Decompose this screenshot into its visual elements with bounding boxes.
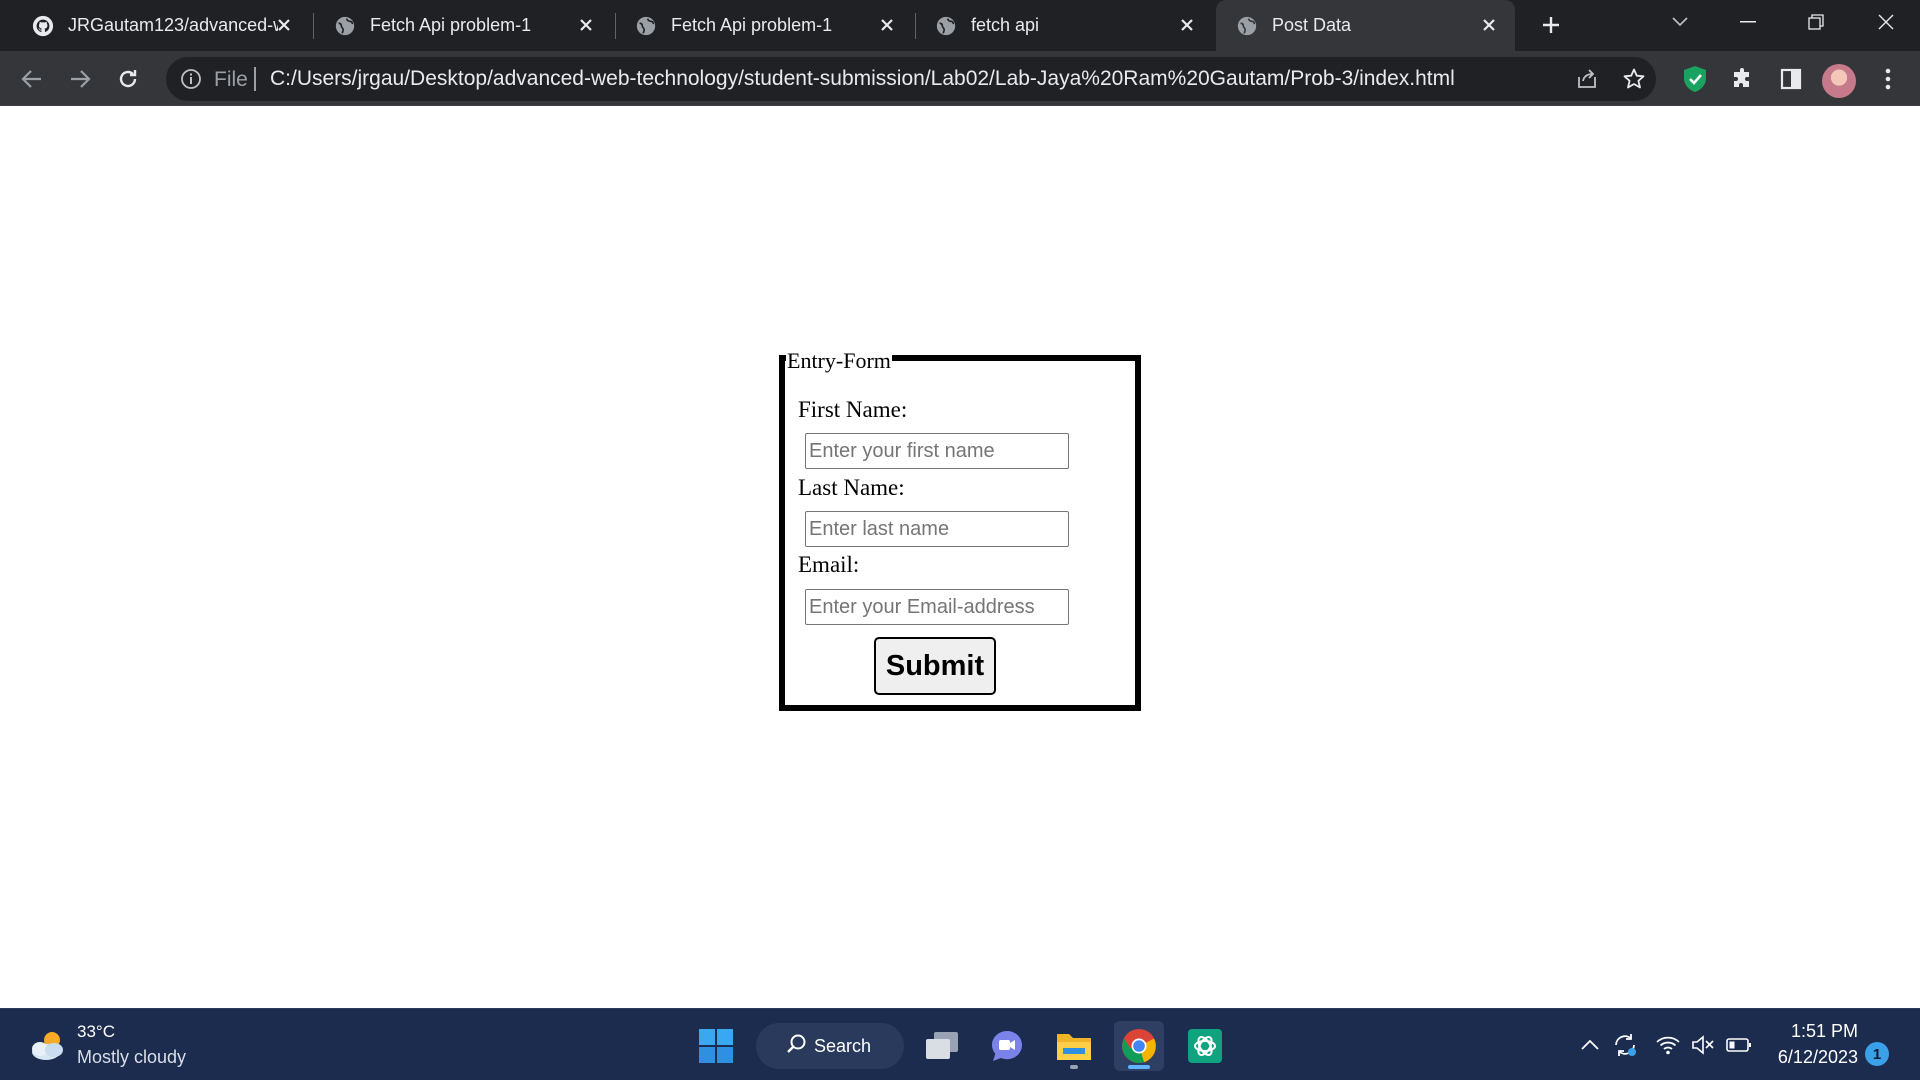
url-text[interactable]: C:/Users/jrgau/Desktop/advanced-web-tech…: [270, 67, 1455, 91]
chrome-icon[interactable]: [1114, 1021, 1164, 1071]
entry-form-fieldset: Entry-Form First Name: Last Name: Email:…: [779, 349, 1141, 711]
minimize-button[interactable]: [1728, 6, 1768, 38]
restore-button[interactable]: [1796, 6, 1836, 38]
tab-fetch-api[interactable]: fetch api: [915, 0, 1213, 51]
tab-github[interactable]: JRGautam123/advanced-web: [12, 0, 310, 51]
avatar[interactable]: [1822, 64, 1856, 98]
windows-start-icon[interactable]: [691, 1021, 741, 1071]
divider: [254, 67, 256, 91]
running-indicator: [1070, 1065, 1078, 1069]
form-legend: Entry-Form: [786, 348, 892, 373]
tab-search-chevron-down-icon[interactable]: [1660, 6, 1700, 38]
scheme-label: File: [214, 68, 248, 91]
teams-chat-icon[interactable]: [982, 1021, 1032, 1071]
forward-button[interactable]: [62, 61, 98, 97]
active-indicator: [1128, 1065, 1150, 1069]
close-icon[interactable]: [1477, 13, 1501, 37]
globe-icon: [334, 15, 356, 37]
extensions-puzzle-icon[interactable]: [1727, 63, 1759, 95]
clock-time[interactable]: 1:51 PM: [1791, 1021, 1858, 1042]
notification-badge[interactable]: 1: [1865, 1042, 1889, 1066]
sync-icon[interactable]: [1612, 1032, 1638, 1058]
tab-title: Post Data: [1272, 15, 1352, 35]
info-icon[interactable]: [180, 68, 202, 90]
back-button[interactable]: [14, 61, 50, 97]
new-tab-button[interactable]: [1536, 10, 1566, 40]
tab-title: Fetch Api problem-1: [370, 15, 532, 35]
address-bar[interactable]: File C:/Users/jrgau/Desktop/advanced-web…: [166, 57, 1656, 101]
file-explorer-icon[interactable]: [1049, 1021, 1099, 1071]
task-view-icon[interactable]: [917, 1021, 967, 1071]
globe-icon: [935, 15, 957, 37]
side-panel-icon[interactable]: [1775, 63, 1807, 95]
show-hidden-icons-chevron-up-icon[interactable]: [1577, 1032, 1603, 1058]
close-icon[interactable]: [875, 13, 899, 37]
share-icon[interactable]: [1574, 66, 1600, 92]
tab-title: Fetch Api problem-1: [671, 15, 833, 35]
tab-post-data[interactable]: Post Data: [1216, 0, 1515, 51]
globe-icon: [635, 15, 657, 37]
windows-taskbar: 33°C Mostly cloudy Search 1:51 PM 6/12/2…: [0, 1008, 1920, 1080]
search-icon: [786, 1033, 808, 1060]
close-icon[interactable]: [574, 13, 598, 37]
tab-fetch-api-problem-1[interactable]: Fetch Api problem-1: [314, 0, 612, 51]
github-icon: [32, 15, 54, 37]
chatgpt-icon[interactable]: [1180, 1021, 1230, 1071]
browser-tabstrip: JRGautam123/advanced-web Fetch Api probl…: [0, 0, 1920, 51]
page-viewport: Entry-Form First Name: Last Name: Email:…: [0, 107, 1920, 1009]
volume-muted-icon[interactable]: [1690, 1032, 1716, 1058]
wifi-icon[interactable]: [1655, 1032, 1681, 1058]
email-label: Email:: [798, 552, 860, 577]
bookmark-star-icon[interactable]: [1621, 66, 1647, 92]
close-icon[interactable]: [272, 13, 296, 37]
weather-description[interactable]: Mostly cloudy: [77, 1047, 186, 1068]
close-icon[interactable]: [1175, 13, 1199, 37]
tab-title: fetch api: [971, 15, 1040, 35]
search-label: Search: [814, 1035, 872, 1056]
email-input[interactable]: [805, 589, 1069, 625]
last-name-label: Last Name:: [798, 475, 905, 500]
clock-date[interactable]: 6/12/2023: [1778, 1047, 1858, 1068]
weather-cloud-sun-icon[interactable]: [28, 1028, 66, 1062]
taskbar-search[interactable]: Search: [756, 1023, 904, 1069]
battery-icon[interactable]: [1726, 1032, 1752, 1058]
weather-temperature[interactable]: 33°C: [77, 1022, 115, 1042]
submit-button[interactable]: Submit: [874, 637, 996, 695]
shield-icon[interactable]: [1679, 63, 1711, 95]
browser-toolbar: File C:/Users/jrgau/Desktop/advanced-web…: [0, 51, 1920, 106]
globe-icon: [1236, 15, 1258, 37]
reload-button[interactable]: [110, 61, 146, 97]
tab-title: JRGautam123/advanced-web: [68, 15, 278, 35]
last-name-input[interactable]: [805, 511, 1069, 547]
first-name-input[interactable]: [805, 433, 1069, 469]
first-name-label: First Name:: [798, 397, 908, 422]
close-window-button[interactable]: [1866, 6, 1906, 38]
more-menu-icon[interactable]: [1872, 63, 1904, 95]
tab-fetch-api-problem-1[interactable]: Fetch Api problem-1: [615, 0, 913, 51]
